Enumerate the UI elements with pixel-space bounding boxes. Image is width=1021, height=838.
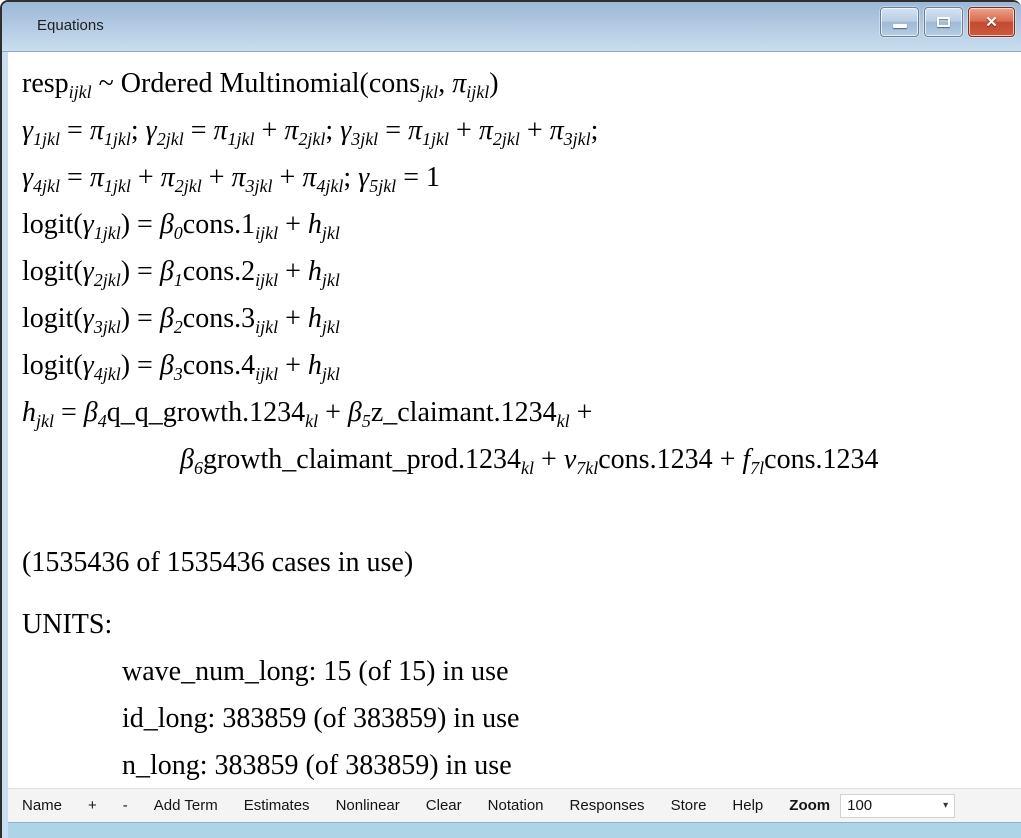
window-resize-border xyxy=(8,822,1021,838)
equation-line xyxy=(22,483,1021,539)
equation-line: wave_num_long: 15 (of 15) in use xyxy=(22,648,1021,695)
toolbar-button--[interactable]: + xyxy=(88,797,97,814)
equation-display: respijkl ~ Ordered Multinomial(consjkl, … xyxy=(22,60,1021,788)
equations-window: Equations ✕ respijkl ~ Ordered Multinomi… xyxy=(0,0,1021,838)
minimize-icon xyxy=(893,24,907,28)
restore-icon xyxy=(937,17,950,27)
equation-line: (1535436 of 1535436 cases in use) xyxy=(22,539,1021,586)
toolbar: Name + - Add Term Estimates Nonlinear Clear Not… xyxy=(8,788,1021,822)
toolbar-button-add-term[interactable]: Add Term xyxy=(154,797,218,814)
equation-line: logit(γ4jkl) = β3cons.4ijkl + hjkl xyxy=(22,342,1021,389)
zoom-value: 100 xyxy=(847,797,943,814)
equation-line: UNITS: xyxy=(22,601,1021,648)
equation-line: logit(γ2jkl) = β1cons.2ijkl + hjkl xyxy=(22,248,1021,295)
toolbar-button-notation[interactable]: Notation xyxy=(488,797,544,814)
restore-button[interactable] xyxy=(924,7,963,37)
window-body: respijkl ~ Ordered Multinomial(consjkl, … xyxy=(2,52,1021,838)
zoom-label: Zoom xyxy=(789,797,830,814)
toolbar-button-responses[interactable]: Responses xyxy=(570,797,645,814)
zoom-level-select[interactable]: 100 ▾ xyxy=(840,794,955,818)
equation-line: γ4jkl = π1jkl + π2jkl + π3jkl + π4jkl; γ… xyxy=(22,154,1021,201)
toolbar-button--[interactable]: - xyxy=(123,797,128,814)
toolbar-button-name[interactable]: Name xyxy=(22,797,62,814)
close-button[interactable]: ✕ xyxy=(968,7,1015,37)
equation-line: id_long: 383859 (of 383859) in use xyxy=(22,695,1021,742)
window-title: Equations xyxy=(37,17,104,34)
equations-content: respijkl ~ Ordered Multinomial(consjkl, … xyxy=(8,52,1021,788)
equation-line: respijkl ~ Ordered Multinomial(consjkl, … xyxy=(22,60,1021,107)
toolbar-button-nonlinear[interactable]: Nonlinear xyxy=(336,797,400,814)
dropdown-arrow-icon: ▾ xyxy=(943,800,948,811)
toolbar-button-store[interactable]: Store xyxy=(671,797,707,814)
equation-line: hjkl = β4q_q_growth.1234kl + β5z_claiman… xyxy=(22,389,1021,436)
toolbar-button-clear[interactable]: Clear xyxy=(426,797,462,814)
toolbar-button-estimates[interactable]: Estimates xyxy=(244,797,310,814)
close-icon: ✕ xyxy=(985,15,998,30)
equation-line: n_long: 383859 (of 383859) in use xyxy=(22,742,1021,788)
equation-line: logit(γ1jkl) = β0cons.1ijkl + hjkl xyxy=(22,201,1021,248)
titlebar[interactable]: Equations ✕ xyxy=(2,2,1021,52)
equation-line: logit(γ3jkl) = β2cons.3ijkl + hjkl xyxy=(22,295,1021,342)
toolbar-buttons: Name + - Add Term Estimates Nonlinear Clear Not… xyxy=(22,797,789,814)
toolbar-button-help[interactable]: Help xyxy=(732,797,763,814)
equation-line: β6growth_claimant_prod.1234kl + v7klcons… xyxy=(22,436,1021,483)
equation-line: γ1jkl = π1jkl; γ2jkl = π1jkl + π2jkl; γ3… xyxy=(22,107,1021,154)
minimize-button[interactable] xyxy=(880,7,919,37)
window-controls: ✕ xyxy=(880,7,1015,37)
